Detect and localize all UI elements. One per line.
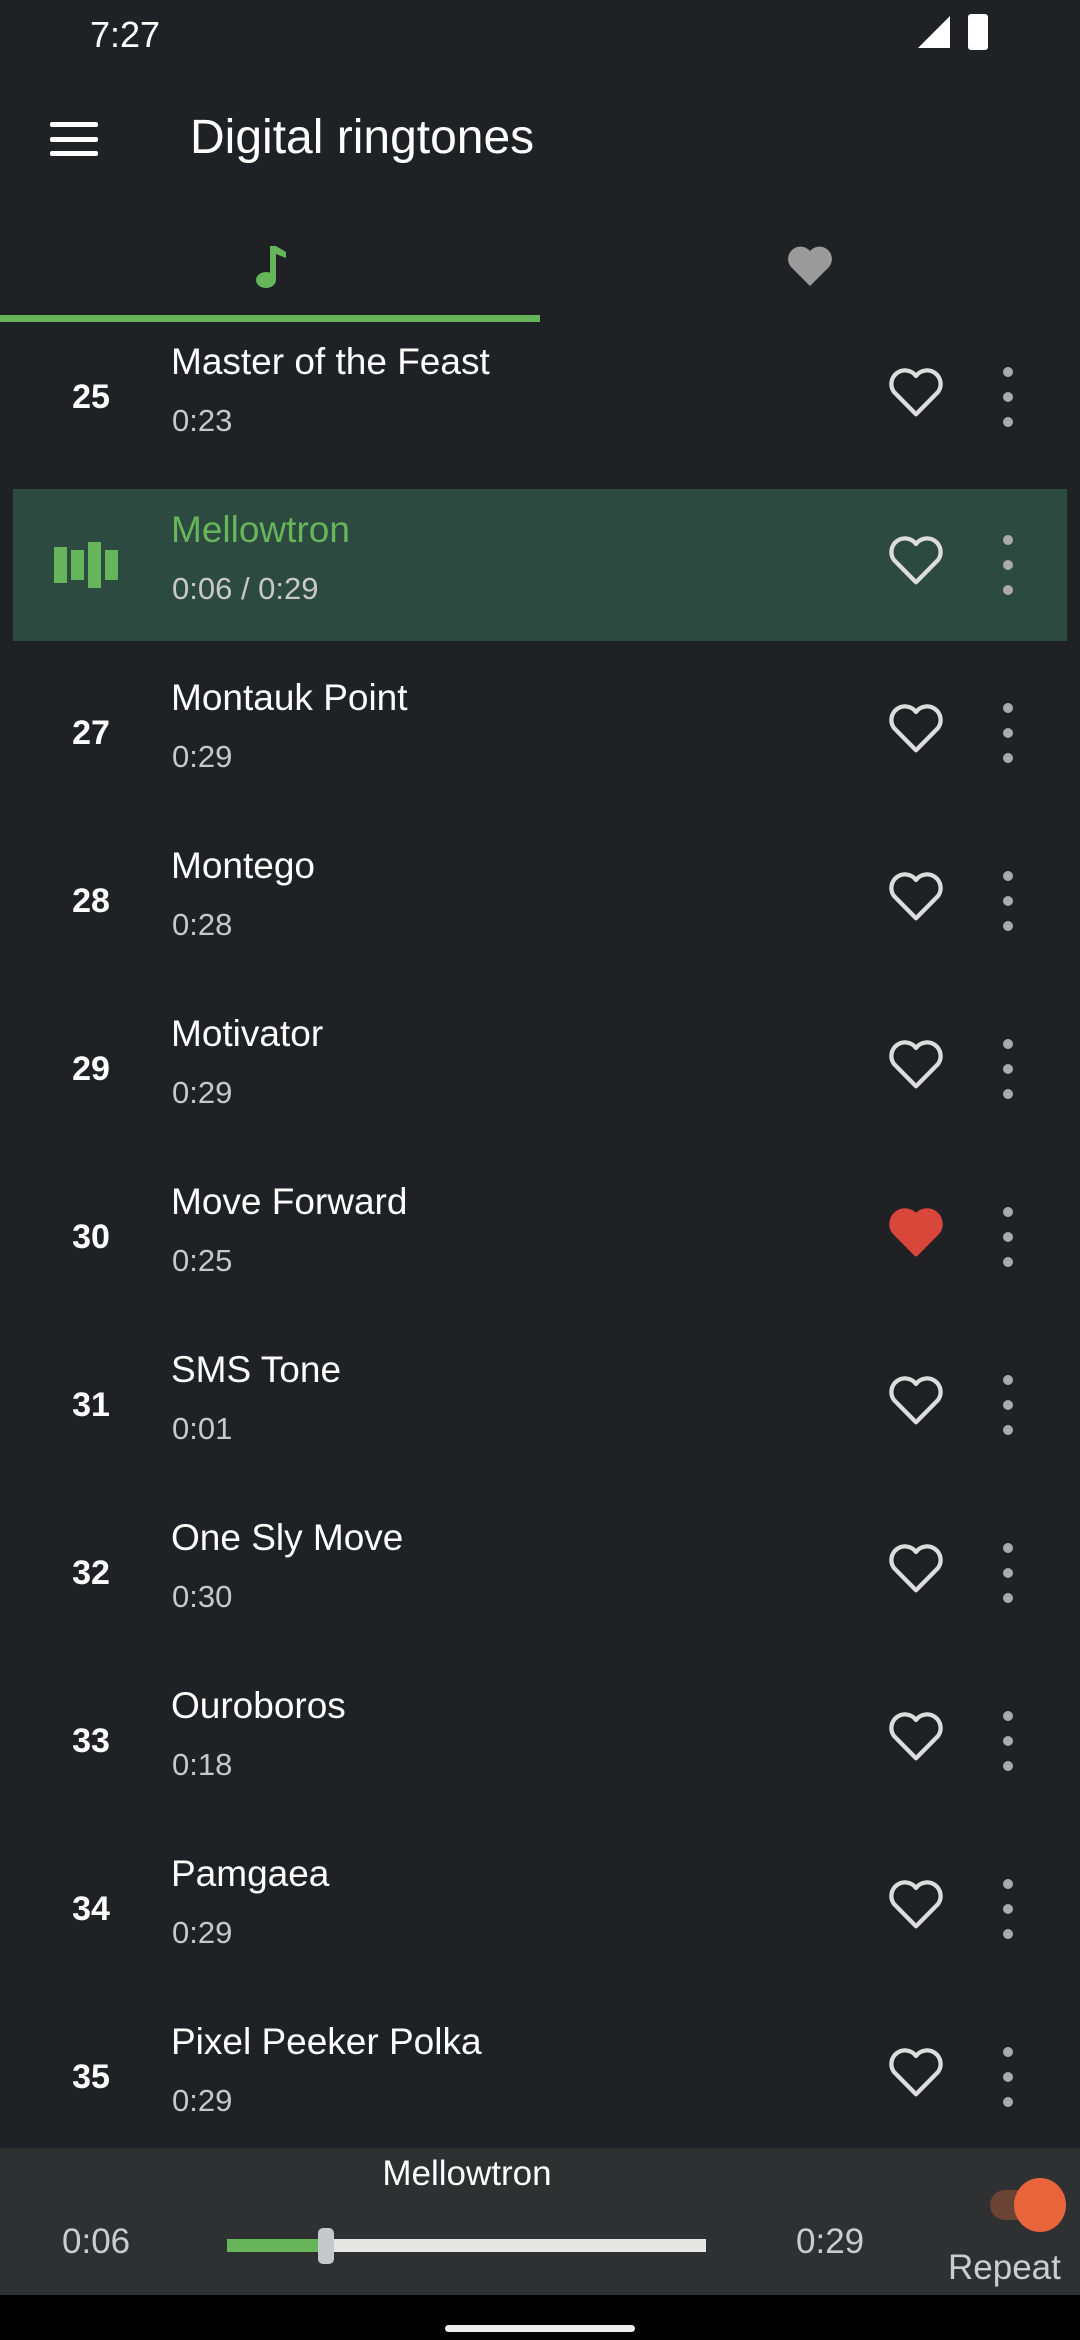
- player-duration: 0:29: [796, 2222, 865, 2261]
- list-item[interactable]: 27 Montauk Point 0:29: [0, 649, 1080, 817]
- more-options-icon[interactable]: [992, 1375, 1024, 1435]
- signal-icon: [918, 16, 950, 48]
- list-item[interactable]: 33 Ouroboros 0:18: [0, 1657, 1080, 1825]
- track-duration: 0:29: [172, 2083, 233, 2118]
- track-title: Pamgaea: [171, 1853, 330, 1894]
- heart-outline-icon[interactable]: [886, 363, 946, 423]
- seek-progress: [227, 2239, 327, 2252]
- track-title: Motivator: [171, 1013, 324, 1054]
- more-options-icon[interactable]: [992, 1207, 1024, 1267]
- track-duration: 0:29: [172, 1915, 233, 1950]
- heart-outline-icon[interactable]: [886, 1035, 946, 1095]
- heart-outline-icon[interactable]: [886, 1707, 946, 1767]
- repeat-toggle[interactable]: [986, 2178, 1066, 2232]
- player-current-time: 0:06: [62, 2222, 131, 2261]
- track-number: 33: [72, 1721, 110, 1760]
- track-title: Ouroboros: [171, 1685, 346, 1726]
- page-title: Digital ringtones: [190, 111, 535, 164]
- more-options-icon[interactable]: [992, 367, 1024, 427]
- track-duration: 0:23: [172, 403, 233, 438]
- status-time: 7:27: [90, 14, 161, 55]
- player-bar: Mellowtron 0:06 0:29 Repeat: [0, 2148, 1080, 2295]
- list-item[interactable]: 30 Move Forward 0:25: [0, 1153, 1080, 1321]
- track-title: Montego: [171, 845, 315, 886]
- list-item[interactable]: 32 One Sly Move 0:30: [0, 1489, 1080, 1657]
- track-number: 31: [72, 1385, 110, 1424]
- more-options-icon[interactable]: [992, 703, 1024, 763]
- heart-outline-icon[interactable]: [886, 2043, 946, 2103]
- heart-outline-icon[interactable]: [886, 699, 946, 759]
- track-title: One Sly Move: [171, 1517, 404, 1558]
- tab-all-ringtones[interactable]: [0, 210, 540, 322]
- heart-outline-icon[interactable]: [886, 1371, 946, 1431]
- track-title: SMS Tone: [171, 1349, 342, 1390]
- track-duration: 0:29: [172, 739, 233, 774]
- status-bar: 7:27: [0, 0, 1080, 70]
- more-options-icon[interactable]: [992, 871, 1024, 931]
- track-number: 29: [72, 1049, 110, 1088]
- track-duration: 0:06 / 0:29: [172, 571, 319, 606]
- equalizer-icon: [54, 541, 118, 589]
- track-duration: 0:28: [172, 907, 233, 942]
- list-item[interactable]: 34 Pamgaea 0:29: [0, 1825, 1080, 1993]
- music-note-icon: [256, 246, 286, 288]
- track-number: 28: [72, 881, 110, 920]
- track-number: 35: [72, 2057, 110, 2096]
- tab-favorites[interactable]: [540, 210, 1080, 322]
- more-options-icon[interactable]: [992, 535, 1024, 595]
- heart-icon: [788, 246, 832, 286]
- heart-outline-icon[interactable]: [886, 531, 946, 591]
- track-title: Pixel Peeker Polka: [171, 2021, 482, 2062]
- heart-outline-icon[interactable]: [886, 1539, 946, 1599]
- more-options-icon[interactable]: [992, 1711, 1024, 1771]
- track-duration: 0:29: [172, 1075, 233, 1110]
- more-options-icon[interactable]: [992, 1879, 1024, 1939]
- track-duration: 0:01: [172, 1411, 233, 1446]
- track-number: 25: [72, 377, 110, 416]
- list-item[interactable]: 29 Motivator 0:29: [0, 985, 1080, 1153]
- track-title: Master of the Feast: [171, 341, 490, 382]
- heart-outline-icon[interactable]: [886, 1875, 946, 1935]
- toolbar: Digital ringtones: [0, 70, 1080, 210]
- tab-indicator: [0, 315, 540, 322]
- list-item[interactable]: 28 Montego 0:28: [0, 817, 1080, 985]
- track-duration: 0:18: [172, 1747, 233, 1782]
- player-title: Mellowtron: [382, 2154, 552, 2193]
- track-number: 32: [72, 1553, 110, 1592]
- track-number: 27: [72, 713, 110, 752]
- heart-filled-icon[interactable]: [886, 1203, 946, 1263]
- track-number: 34: [72, 1889, 110, 1928]
- more-options-icon[interactable]: [992, 1039, 1024, 1099]
- track-title: Mellowtron: [171, 509, 350, 550]
- more-options-icon[interactable]: [992, 1543, 1024, 1603]
- battery-icon: [968, 14, 988, 50]
- hamburger-menu-icon[interactable]: [50, 122, 98, 156]
- list-item[interactable]: 35 Pixel Peeker Polka 0:29: [0, 1993, 1080, 2148]
- list-item[interactable]: 31 SMS Tone 0:01: [0, 1321, 1080, 1489]
- list-item[interactable]: Mellowtron 0:06 / 0:29: [0, 481, 1080, 649]
- seek-slider[interactable]: [227, 2228, 706, 2264]
- track-duration: 0:25: [172, 1243, 233, 1278]
- list-item[interactable]: 25 Master of the Feast 0:23: [0, 322, 1080, 481]
- home-gesture-handle[interactable]: [445, 2325, 635, 2332]
- ringtone-list[interactable]: 25 Master of the Feast 0:23 Mellowtron 0:…: [0, 322, 1080, 2148]
- seek-thumb[interactable]: [318, 2228, 335, 2264]
- heart-outline-icon[interactable]: [886, 867, 946, 927]
- more-options-icon[interactable]: [992, 2047, 1024, 2107]
- navigation-bar: [0, 2295, 1080, 2340]
- track-number: 30: [72, 1217, 110, 1256]
- track-title: Move Forward: [171, 1181, 408, 1222]
- track-duration: 0:30: [172, 1579, 233, 1614]
- track-title: Montauk Point: [171, 677, 408, 718]
- tab-bar: [0, 210, 1080, 322]
- repeat-label: Repeat: [948, 2248, 1061, 2287]
